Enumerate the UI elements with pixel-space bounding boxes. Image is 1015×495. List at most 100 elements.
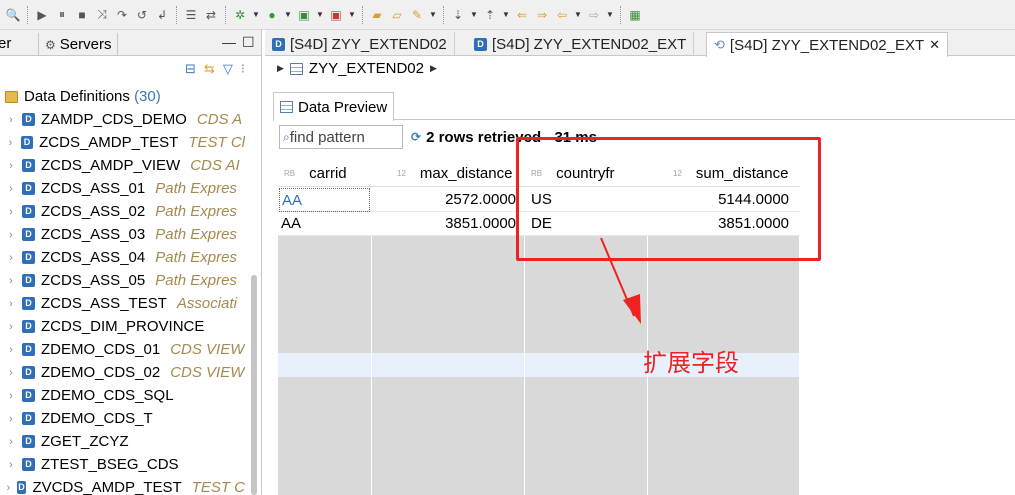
minimize-icon[interactable]: — <box>222 34 236 50</box>
chevron-down-icon[interactable]: ▼ <box>501 10 511 19</box>
tree-item[interactable]: › D ZCDS_AMDP_TEST TEST Cl <box>0 131 245 154</box>
forward-icon[interactable]: ⇨ <box>585 6 603 24</box>
open-perspective-icon[interactable]: ▦ <box>626 6 644 24</box>
tree-item[interactable]: › D ZCDS_ASS_05 Path Expres <box>0 269 245 292</box>
back-icon[interactable]: ⇦ <box>553 6 571 24</box>
annotation-arrow <box>600 237 641 324</box>
expand-arrow-icon[interactable]: › <box>0 114 22 126</box>
expand-arrow-icon[interactable]: › <box>0 252 22 264</box>
tab-data-preview[interactable]: Data Preview <box>273 92 395 121</box>
tree-item[interactable]: › D ZCDS_ASS_03 Path Expres <box>0 223 245 246</box>
tree-item[interactable]: › D ZGET_ZCYZ <box>0 430 245 453</box>
breadcrumb-arrow-icon[interactable]: ▶ <box>430 63 437 74</box>
forward-edit-icon[interactable]: ⇒ <box>533 6 551 24</box>
debug-icon[interactable]: ✲ <box>231 6 249 24</box>
tree-item-name: ZTEST_BSEG_CDS <box>41 456 179 473</box>
expand-arrow-icon[interactable]: › <box>0 275 22 287</box>
chevron-down-icon[interactable]: ▼ <box>605 10 615 19</box>
tree-item[interactable]: › D ZDEMO_CDS_02 CDS VIEW <box>0 361 245 384</box>
last-edit-icon[interactable]: ⇐ <box>513 6 531 24</box>
tree-item[interactable]: › D ZCDS_ASS_02 Path Expres <box>0 200 245 223</box>
tab-project-explorer[interactable]: er <box>0 33 11 56</box>
collapse-all-icon[interactable]: ⊟ <box>185 61 196 77</box>
table-cell-carrid[interactable]: AA <box>279 188 370 212</box>
expand-arrow-icon[interactable]: › <box>0 229 22 241</box>
expand-arrow-icon[interactable]: › <box>0 321 22 333</box>
expand-arrow-icon[interactable]: › <box>0 183 22 195</box>
expand-arrow-icon[interactable]: › <box>0 482 17 494</box>
external-tools-icon[interactable]: ▣ <box>327 6 345 24</box>
tree-scrollbar[interactable] <box>247 85 261 495</box>
link-icon[interactable]: 🔍 <box>4 6 22 24</box>
suspend-icon[interactable]: ⏸ <box>53 6 71 24</box>
chevron-down-icon[interactable]: ▼ <box>428 10 438 19</box>
disconnect-icon[interactable]: ⤨ <box>93 6 111 24</box>
table-cell-max-distance[interactable]: 3851.0000 <box>372 212 516 236</box>
chevron-down-icon[interactable]: ▼ <box>469 10 479 19</box>
chevron-down-icon[interactable]: ▼ <box>251 10 261 19</box>
editor-tab-label: [S4D] ZYY_EXTEND02 <box>290 35 447 53</box>
expand-arrow-icon[interactable]: › <box>0 206 22 218</box>
tab-servers[interactable]: ⚙ Servers <box>38 33 119 56</box>
run-icon[interactable]: ● <box>263 6 281 24</box>
view-menu-icon[interactable]: ⁝ <box>241 61 245 77</box>
chevron-down-icon[interactable]: ▼ <box>283 10 293 19</box>
find-pattern-input[interactable]: ⌕ find pattern <box>279 125 403 149</box>
chevron-down-icon[interactable]: ▼ <box>573 10 583 19</box>
tree-item[interactable]: › D ZCDS_ASS_01 Path Expres <box>0 177 245 200</box>
editor-tab-3-active[interactable]: ⟲ [S4D] ZYY_EXTEND02_EXT ✕ <box>706 32 949 57</box>
tree-item-name: ZVCDS_AMDP_TEST <box>32 479 182 495</box>
expand-arrow-icon[interactable]: › <box>0 413 22 425</box>
open-folder-icon[interactable]: ▱ <box>388 6 406 24</box>
filter-icon[interactable]: ▽ <box>223 61 233 77</box>
view-tab-bar: Data Preview <box>273 92 1015 121</box>
tree-item[interactable]: › D ZTEST_BSEG_CDS <box>0 453 245 476</box>
tree-item[interactable]: › D ZCDS_ASS_04 Path Expres <box>0 246 245 269</box>
tree-folder-data-definitions[interactable]: Data Definitions (30) <box>0 85 245 108</box>
tree-item[interactable]: › D ZDEMO_CDS_SQL <box>0 384 245 407</box>
link-editor-icon[interactable]: ⇆ <box>204 61 215 77</box>
table-cell-max-distance[interactable]: 2572.0000 <box>372 188 516 212</box>
chevron-down-icon[interactable]: ▼ <box>347 10 357 19</box>
tree-item[interactable]: › D ZVCDS_AMDP_TEST TEST C <box>0 476 245 495</box>
chevron-down-icon[interactable]: ▼ <box>315 10 325 19</box>
maximize-icon[interactable]: ☐ <box>242 34 255 51</box>
expand-arrow-icon[interactable]: › <box>0 344 22 356</box>
new-folder-icon[interactable]: ▰ <box>368 6 386 24</box>
step-return-icon[interactable]: ↲ <box>153 6 171 24</box>
breadcrumb-arrow-icon[interactable]: ▶ <box>277 63 284 74</box>
editor-tab-2[interactable]: D [S4D] ZYY_EXTEND02_EXT <box>467 32 695 56</box>
expand-arrow-icon[interactable]: › <box>0 160 22 172</box>
expand-arrow-icon[interactable]: › <box>0 367 22 379</box>
terminate-icon[interactable]: ■ <box>73 6 91 24</box>
brush-icon[interactable]: ✎ <box>408 6 426 24</box>
expand-arrow-icon[interactable]: › <box>0 298 22 310</box>
editor-tab-1[interactable]: D [S4D] ZYY_EXTEND02 <box>265 32 455 56</box>
coverage-icon[interactable]: ▣ <box>295 6 313 24</box>
tree-item[interactable]: › D ZCDS_AMDP_VIEW CDS AI <box>0 154 245 177</box>
list-icon[interactable]: ☰ <box>182 6 200 24</box>
tree-item[interactable]: › D ZCDS_DIM_PROVINCE <box>0 315 245 338</box>
expand-arrow-icon[interactable]: › <box>0 436 22 448</box>
column-header-max-distance[interactable]: 12 max_distance <box>372 160 524 187</box>
tree-item-description: Path Expres <box>155 180 237 197</box>
refresh-icon[interactable]: ⟳ <box>411 130 421 144</box>
close-icon[interactable]: ✕ <box>929 37 940 53</box>
prev-annotation-icon[interactable]: ⇡ <box>481 6 499 24</box>
resume-icon[interactable]: ▶ <box>33 6 51 24</box>
table-cell-carrid[interactable]: AA <box>281 212 369 236</box>
tree-item[interactable]: › D ZDEMO_CDS_T <box>0 407 245 430</box>
step-over-icon[interactable]: ↺ <box>133 6 151 24</box>
step-into-icon[interactable]: ↷ <box>113 6 131 24</box>
tree-item[interactable]: › D ZAMDP_CDS_DEMO CDS A <box>0 108 245 131</box>
next-annotation-icon[interactable]: ⇣ <box>449 6 467 24</box>
toggle-icon[interactable]: ⇄ <box>202 6 220 24</box>
breadcrumb-item[interactable]: ZYY_EXTEND02 <box>309 60 424 77</box>
expand-arrow-icon[interactable]: › <box>0 390 22 402</box>
scrollbar-thumb[interactable] <box>251 275 257 495</box>
tree-item[interactable]: › D ZDEMO_CDS_01 CDS VIEW <box>0 338 245 361</box>
expand-arrow-icon[interactable]: › <box>0 459 22 471</box>
tree-item[interactable]: › D ZCDS_ASS_TEST Associati <box>0 292 245 315</box>
column-header-carrid[interactable]: RB carrid <box>278 160 371 187</box>
expand-arrow-icon[interactable]: › <box>0 137 21 149</box>
